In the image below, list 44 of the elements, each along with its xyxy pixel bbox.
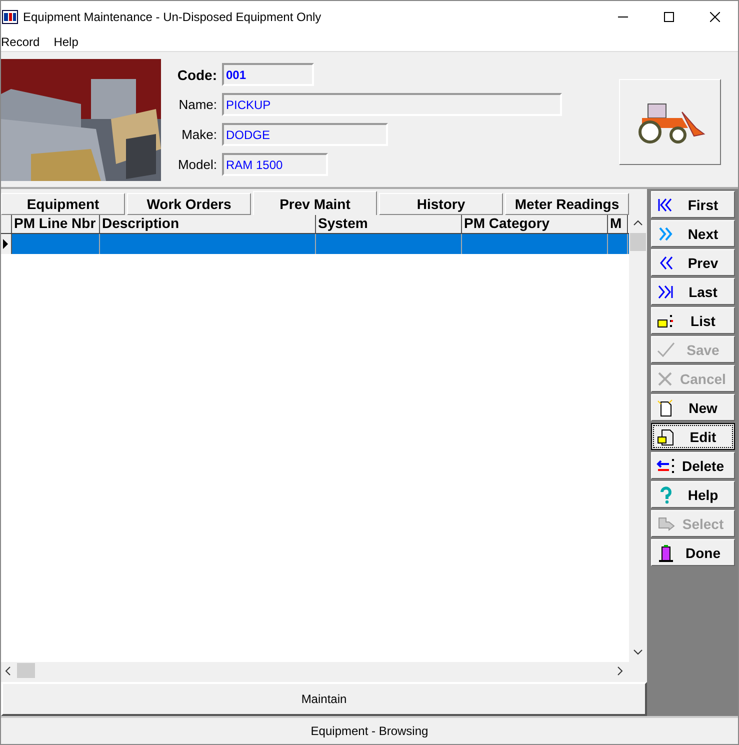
delete-arrow-icon bbox=[656, 456, 676, 474]
text-field[interactable]: 001 bbox=[222, 63, 314, 86]
field-label: Code: bbox=[176, 66, 217, 82]
menu-item[interactable]: Record bbox=[1, 35, 40, 49]
text-field[interactable]: DODGE bbox=[222, 123, 388, 146]
picture-button[interactable] bbox=[619, 79, 721, 165]
window-title: Equipment Maintenance - Un-Disposed Equipment Only bbox=[23, 10, 322, 24]
row-selector-cell[interactable] bbox=[1, 234, 12, 254]
column-header[interactable]: PM Line Nbr bbox=[12, 215, 100, 233]
maintain-button[interactable]: Maintain bbox=[1, 682, 647, 716]
field-label: Make: bbox=[180, 127, 217, 142]
tab[interactable]: Meter Readings bbox=[505, 193, 629, 215]
field-label: Model: bbox=[176, 157, 217, 172]
close-icon[interactable] bbox=[710, 12, 720, 22]
double-chevron-right-icon bbox=[656, 282, 676, 300]
document-edit-icon bbox=[656, 428, 676, 446]
door-icon bbox=[656, 544, 676, 562]
nav-button[interactable]: Delete bbox=[651, 452, 735, 479]
nav-button[interactable]: Next bbox=[651, 220, 735, 247]
column-header[interactable]: PM Category bbox=[462, 215, 608, 233]
nav-button[interactable]: New bbox=[651, 394, 735, 421]
nav-button[interactable]: Help bbox=[651, 481, 735, 508]
row-pointer-icon bbox=[1, 239, 9, 249]
column-header[interactable]: Description bbox=[100, 215, 316, 233]
maximize-icon[interactable] bbox=[664, 12, 674, 22]
column-header[interactable]: System bbox=[316, 215, 462, 233]
tab[interactable]: Equipment bbox=[1, 193, 125, 215]
column-header[interactable]: M bbox=[608, 215, 628, 233]
tab[interactable]: History bbox=[379, 193, 503, 215]
nav-button[interactable]: First bbox=[651, 191, 735, 218]
status-bar: Equipment - Browsing bbox=[1, 716, 738, 744]
nav-button[interactable]: Last bbox=[651, 278, 735, 305]
nav-button[interactable]: Edit bbox=[651, 423, 735, 450]
nav-button[interactable]: List bbox=[651, 307, 735, 334]
nav-button[interactable]: Done bbox=[651, 539, 735, 566]
tab[interactable]: Prev Maint bbox=[253, 191, 377, 216]
text-field[interactable]: RAM 1500 bbox=[222, 153, 328, 176]
checkmark-icon bbox=[656, 340, 676, 358]
menu-item[interactable]: Help bbox=[54, 35, 78, 49]
text-field[interactable]: PICKUP bbox=[222, 93, 562, 116]
tab[interactable]: Work Orders bbox=[127, 193, 251, 215]
field-label: Name: bbox=[178, 97, 217, 112]
select-arrow-icon bbox=[656, 514, 676, 532]
nav-button[interactable]: Prev bbox=[651, 249, 735, 276]
